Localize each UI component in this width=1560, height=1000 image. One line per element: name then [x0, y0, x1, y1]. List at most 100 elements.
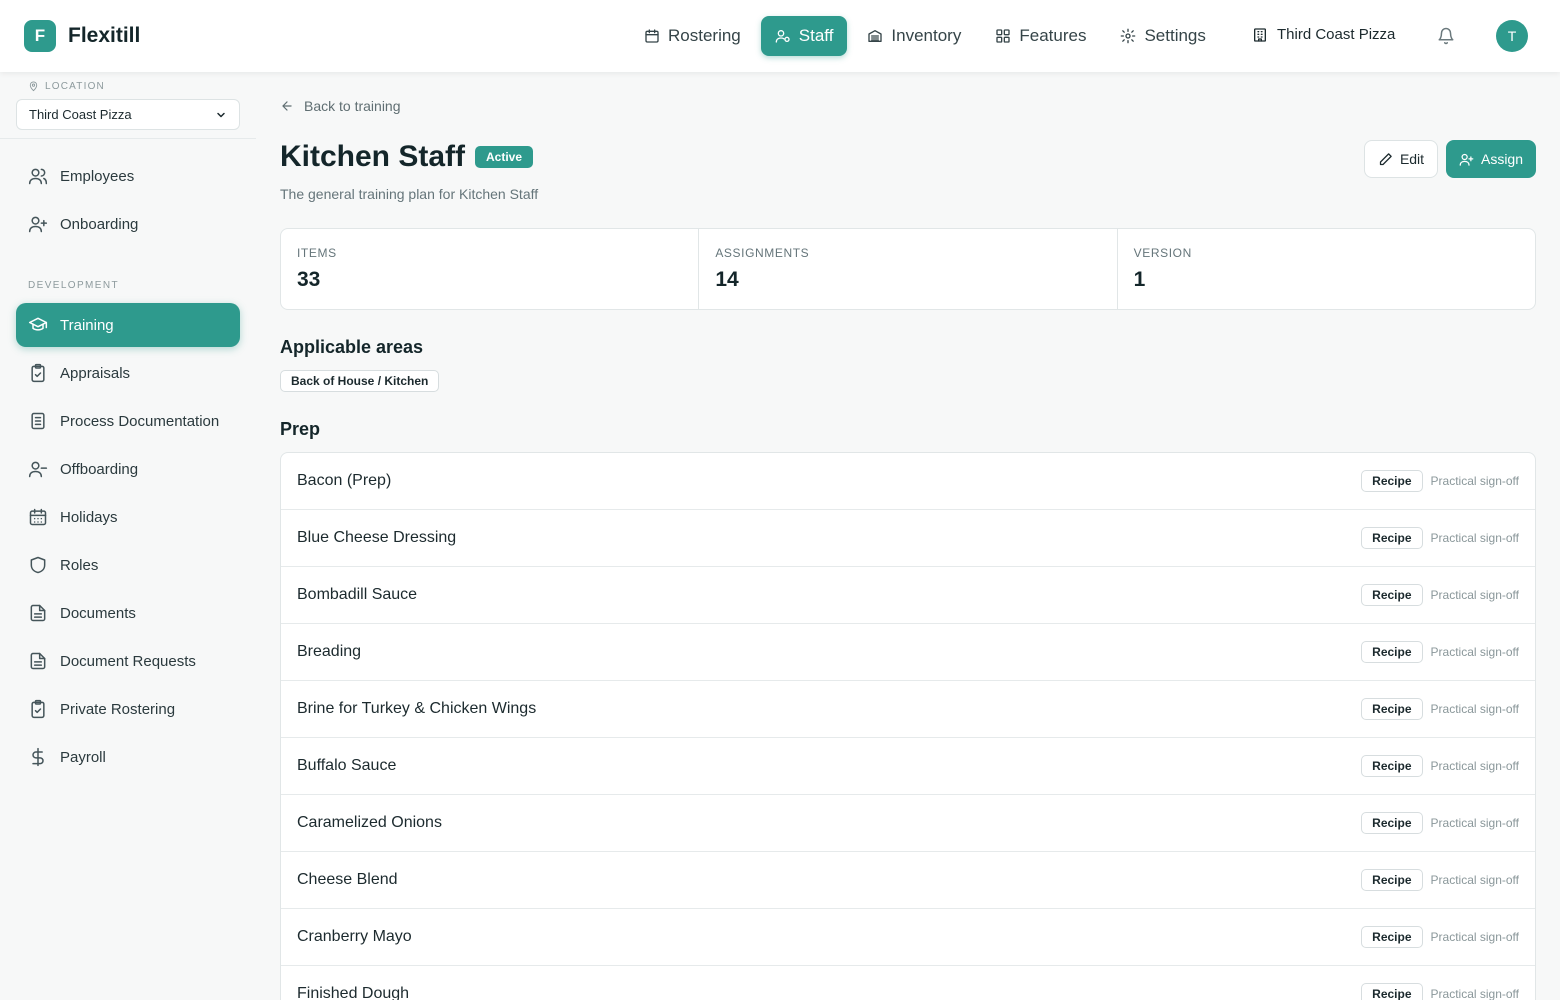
- bell-icon[interactable]: [1437, 27, 1455, 45]
- sidebar-item-payroll[interactable]: Payroll: [16, 735, 240, 779]
- stat-label: ITEMS: [297, 246, 337, 260]
- back-link-label: Back to training: [304, 98, 401, 114]
- file-text-icon: [30, 652, 46, 670]
- staff-icon: [775, 30, 790, 43]
- users-icon: [28, 168, 48, 185]
- page-title: Kitchen Staff: [280, 140, 466, 173]
- graduation-cap-icon: [28, 317, 48, 331]
- sidebar-section-development: DEVELOPMENT: [28, 280, 119, 291]
- list-item[interactable]: Blue Cheese Dressing Recipe Practical si…: [281, 510, 1535, 567]
- nav-inventory[interactable]: Inventory: [853, 16, 975, 56]
- arrow-left-icon: [282, 101, 292, 111]
- stat-label: VERSION: [1133, 246, 1192, 260]
- nav-settings[interactable]: Settings: [1106, 16, 1219, 56]
- item-type-badge: Recipe: [1361, 698, 1423, 720]
- item-name: Cranberry Mayo: [297, 928, 412, 945]
- sidebar-item-roles[interactable]: Roles: [16, 543, 240, 587]
- chevron-down-icon: [217, 112, 225, 117]
- item-meta: Recipe Practical sign-off: [1361, 755, 1519, 777]
- nav-rostering[interactable]: Rostering: [630, 16, 755, 56]
- item-name: Bacon (Prep): [297, 472, 392, 489]
- nav-settings-label: Settings: [1144, 26, 1206, 45]
- sidebar-item-private-rostering[interactable]: Private Rostering: [16, 687, 240, 731]
- list-item[interactable]: Finished Dough Recipe Practical sign-off: [281, 966, 1535, 1000]
- back-link[interactable]: Back to training: [280, 98, 401, 114]
- item-meta: Recipe Practical sign-off: [1361, 641, 1519, 663]
- list-item[interactable]: Buffalo Sauce Recipe Practical sign-off: [281, 738, 1535, 795]
- clipboard-check-icon: [31, 699, 45, 719]
- sidebar-item-label: Onboarding: [60, 215, 139, 233]
- item-type-badge: Recipe: [1361, 641, 1423, 663]
- title-row: Kitchen Staff Active: [280, 140, 534, 174]
- brand[interactable]: F Flexitill: [24, 20, 140, 52]
- item-type-badge: Recipe: [1361, 812, 1423, 834]
- item-name: Caramelized Onions: [297, 814, 442, 831]
- sidebar-item-process-documentation[interactable]: Process Documentation: [16, 399, 240, 443]
- item-name: Bombadill Sauce: [297, 586, 418, 603]
- location-switcher[interactable]: Third Coast Pizza: [1252, 26, 1395, 43]
- stat-items: ITEMS 33: [281, 229, 700, 309]
- assign-button[interactable]: Assign: [1446, 140, 1536, 178]
- page-description: The general training plan for Kitchen St…: [280, 186, 539, 202]
- sidebar: LOCATION Third Coast Pizza Employees Onb…: [0, 72, 256, 1000]
- stat-assignments: ASSIGNMENTS 14: [699, 229, 1118, 309]
- item-name: Breading: [297, 643, 362, 660]
- list-item[interactable]: Cranberry Mayo Recipe Practical sign-off: [281, 909, 1535, 966]
- list-item[interactable]: Brine for Turkey & Chicken Wings Recipe …: [281, 681, 1535, 738]
- sidebar-item-appraisals[interactable]: Appraisals: [16, 351, 240, 395]
- sidebar-divider: [0, 138, 256, 139]
- item-meta: Recipe Practical sign-off: [1361, 698, 1519, 720]
- building-icon: [1254, 27, 1266, 42]
- item-name: Blue Cheese Dressing: [297, 529, 457, 546]
- main-content: Back to training Kitchen Staff Active Th…: [280, 72, 1536, 1000]
- list-item[interactable]: Bombadill Sauce Recipe Practical sign-of…: [281, 567, 1535, 624]
- item-meta: Recipe Practical sign-off: [1361, 584, 1519, 606]
- item-signoff: Practical sign-off: [1430, 474, 1519, 488]
- item-signoff: Practical sign-off: [1430, 645, 1519, 659]
- item-type-badge: Recipe: [1361, 527, 1423, 549]
- list-item[interactable]: Bacon (Prep) Recipe Practical sign-off: [281, 453, 1535, 510]
- item-meta: Recipe Practical sign-off: [1361, 527, 1519, 549]
- item-name: Finished Dough: [297, 985, 410, 1000]
- nav-rostering-label: Rostering: [668, 26, 741, 45]
- list-item[interactable]: Caramelized Onions Recipe Practical sign…: [281, 795, 1535, 852]
- stat-value: 33: [297, 268, 321, 291]
- sidebar-item-offboarding[interactable]: Offboarding: [16, 447, 240, 491]
- item-meta: Recipe Practical sign-off: [1361, 983, 1519, 1000]
- nav-staff[interactable]: Staff: [760, 16, 848, 56]
- main-nav: Rostering Staff Inventory Features Setti…: [630, 16, 1226, 56]
- edit-button[interactable]: Edit: [1364, 140, 1438, 178]
- sidebar-item-label: Training: [60, 316, 114, 334]
- item-signoff: Practical sign-off: [1430, 873, 1519, 887]
- sidebar-item-onboarding[interactable]: Onboarding: [16, 202, 240, 246]
- sidebar-item-document-requests[interactable]: Document Requests: [16, 639, 240, 683]
- sidebar-item-label: Holidays: [60, 508, 118, 526]
- sidebar-item-label: Offboarding: [60, 460, 139, 478]
- sidebar-item-documents[interactable]: Documents: [16, 591, 240, 635]
- list-item[interactable]: Breading Recipe Practical sign-off: [281, 624, 1535, 681]
- section-heading-prep: Prep: [280, 419, 321, 439]
- item-signoff: Practical sign-off: [1430, 930, 1519, 944]
- item-signoff: Practical sign-off: [1430, 531, 1519, 545]
- location-select-value: Third Coast Pizza: [29, 107, 132, 122]
- assign-button-label: Assign: [1480, 151, 1524, 167]
- location-select[interactable]: Third Coast Pizza: [16, 99, 240, 130]
- sidebar-item-holidays[interactable]: Holidays: [16, 495, 240, 539]
- item-meta: Recipe Practical sign-off: [1361, 926, 1519, 948]
- sidebar-item-label: Private Rostering: [60, 700, 176, 718]
- sidebar-item-employees[interactable]: Employees: [16, 154, 240, 198]
- stat-label: ASSIGNMENTS: [715, 246, 810, 260]
- avatar[interactable]: T: [1496, 20, 1528, 52]
- nav-features[interactable]: Features: [981, 16, 1100, 56]
- document-list-icon: [31, 412, 45, 430]
- training-item-list: Bacon (Prep) Recipe Practical sign-off B…: [280, 452, 1536, 1000]
- calendar-icon: [645, 29, 659, 43]
- brand-name: Flexitill: [68, 24, 141, 47]
- list-item[interactable]: Cheese Blend Recipe Practical sign-off: [281, 852, 1535, 909]
- item-type-badge: Recipe: [1361, 584, 1423, 606]
- item-signoff: Practical sign-off: [1430, 588, 1519, 602]
- inventory-icon: [868, 30, 883, 42]
- dollar-icon: [32, 747, 44, 767]
- nav-staff-label: Staff: [798, 26, 834, 45]
- sidebar-item-training[interactable]: Training: [16, 303, 240, 347]
